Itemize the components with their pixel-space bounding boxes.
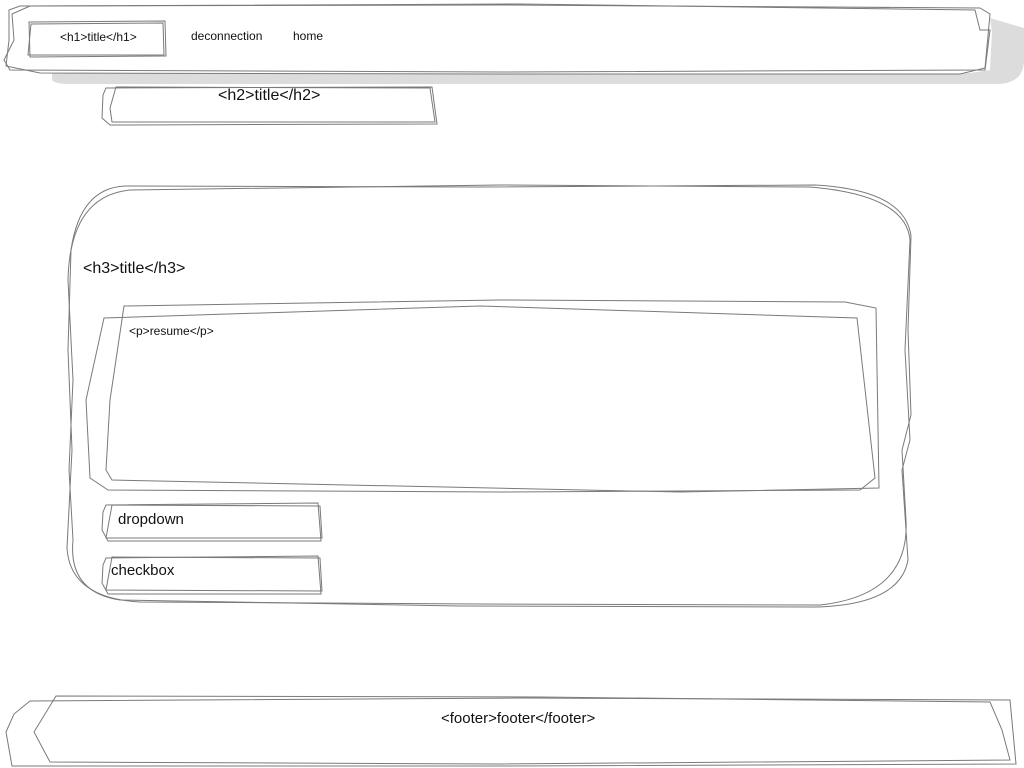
- resume-paragraph: <p>resume</p>: [129, 324, 214, 338]
- header-shadow: [52, 18, 1024, 84]
- subtitle-h2: <h2>title</h2>: [218, 87, 321, 104]
- footer-text: <footer>footer</footer>: [441, 710, 596, 727]
- page-title-h1: <h1>title</h1>: [60, 30, 137, 44]
- footer: [6, 696, 1016, 766]
- card-heading-h3: <h3>title</h3>: [83, 260, 186, 277]
- nav-link-home[interactable]: home: [293, 30, 323, 42]
- nav-link-deconnection[interactable]: deconnection: [191, 30, 262, 42]
- dropdown-label: dropdown: [118, 511, 184, 528]
- checkbox-label: checkbox: [111, 562, 175, 579]
